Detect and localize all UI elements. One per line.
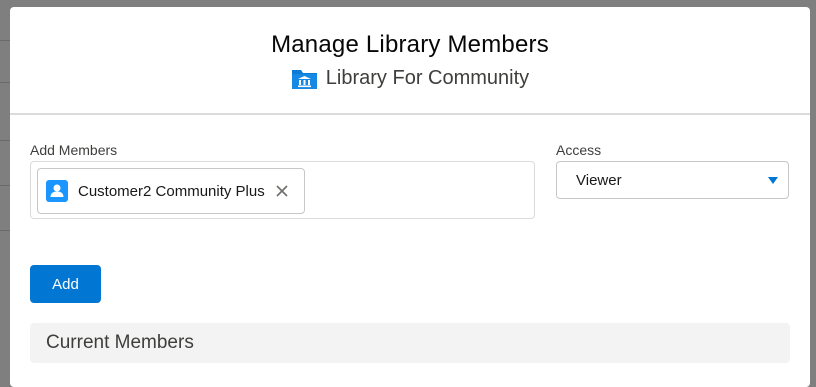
modal-header: Manage Library Members Library For Commu… — [10, 7, 810, 115]
access-select[interactable]: Viewer — [556, 161, 789, 199]
access-label: Access — [556, 142, 602, 158]
background-divider — [0, 40, 10, 41]
modal-subtitle: Library For Community — [10, 67, 810, 90]
user-icon — [46, 180, 68, 202]
members-lookup-field[interactable]: Customer2 Community Plus — [30, 161, 535, 219]
chevron-down-icon — [768, 176, 778, 184]
add-members-label: Add Members — [30, 142, 118, 158]
modal-title: Manage Library Members — [271, 31, 549, 58]
background-divider — [0, 82, 10, 83]
background-divider — [0, 140, 10, 141]
current-members-header: Current Members — [30, 323, 790, 363]
selected-member-name: Customer2 Community Plus — [78, 182, 265, 200]
remove-member-icon[interactable] — [275, 184, 289, 198]
current-members-heading: Current Members — [46, 332, 194, 353]
access-selected-value: Viewer — [576, 171, 622, 189]
background-divider — [0, 230, 10, 231]
selected-member-pill[interactable]: Customer2 Community Plus — [37, 168, 305, 214]
library-icon — [291, 68, 318, 90]
library-name: Library For Community — [325, 67, 530, 89]
add-button[interactable]: Add — [30, 265, 101, 303]
manage-library-members-modal: Manage Library Members Library For Commu… — [10, 7, 810, 387]
background-divider — [0, 185, 10, 186]
